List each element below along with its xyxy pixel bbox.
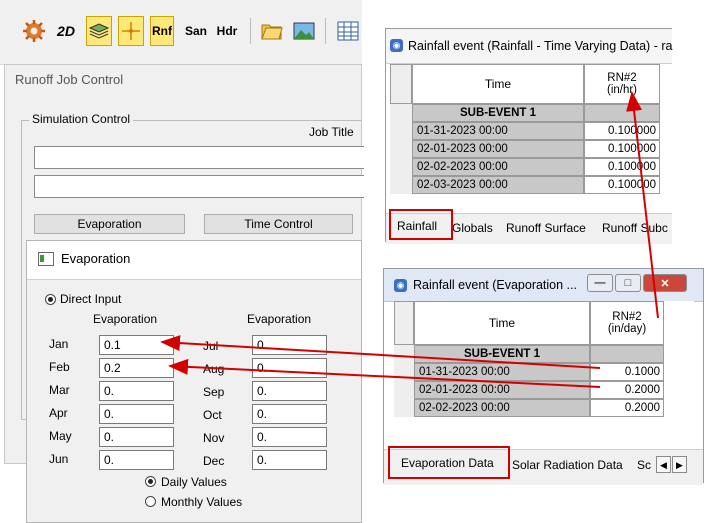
arrow-rn2-units xyxy=(626,91,659,319)
annotation-arrows xyxy=(160,91,659,388)
arrow-jan-value xyxy=(160,335,601,369)
arrow-feb-value xyxy=(168,358,601,388)
